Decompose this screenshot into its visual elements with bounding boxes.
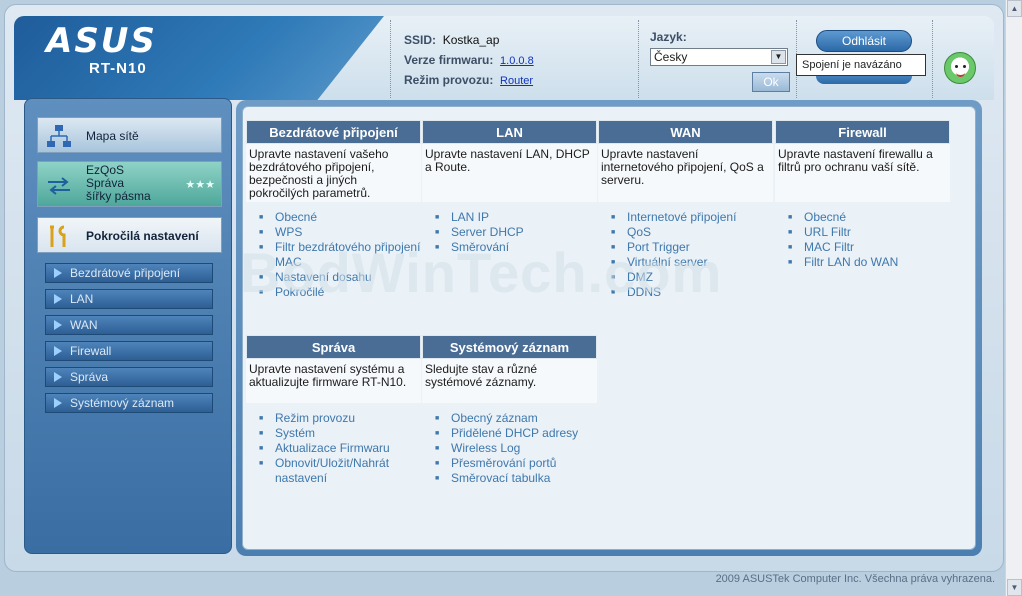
link-port-trigger[interactable]: Port Trigger [611,240,773,255]
submenu-system-log[interactable]: Systémový záznam [45,393,213,413]
logout-button[interactable]: Odhlásit [816,30,912,52]
asus-logo: ASUS [46,21,157,61]
submenu-lan[interactable]: LAN [45,289,213,309]
section-links: Obecné URL Filtr MAC Filtr Filtr LAN do … [775,202,950,270]
section-title: Bezdrátové připojení [246,120,421,144]
link-internet-connection[interactable]: Internetové připojení [611,210,773,225]
submenu-wan[interactable]: WAN [45,315,213,335]
section-system-log: Systémový záznam Sledujte stav a různé s… [422,335,597,486]
section-links: Režim provozu Systém Aktualizace Firmwar… [246,403,421,486]
sidebar-item-ezqos[interactable]: EzQoS Správa šířky pásma ★★★ [37,161,222,207]
section-title: WAN [598,120,773,144]
link-wireless-general[interactable]: Obecné [259,210,421,225]
link-range-settings[interactable]: Nastavení dosahu [259,270,421,285]
content-area: Bezdrátové připojení Upravte nastavení v… [242,106,976,550]
link-ddns[interactable]: DDNS [611,285,773,300]
link-mac-filter[interactable]: MAC Filtr [788,240,950,255]
section-wireless: Bezdrátové připojení Upravte nastavení v… [246,120,421,300]
section-description: Upravte nastavení systému a aktualizujte… [246,359,421,403]
link-port-forwarding[interactable]: Přesměrování portů [435,456,597,471]
link-firmware-upgrade[interactable]: Aktualizace Firmwaru [259,441,421,456]
tools-icon [50,225,66,247]
sidebar-item-label: Mapa sítě [86,129,139,143]
section-description: Upravte nastavení LAN, DHCP a Route. [422,144,597,202]
section-lan: LAN Upravte nastavení LAN, DHCP a Route.… [422,120,597,255]
section-links: Obecný záznam Přidělené DHCP adresy Wire… [422,403,597,486]
operation-mode-link[interactable]: Router [500,75,533,87]
language-value: Česky [654,50,688,64]
link-firewall-general[interactable]: Obecné [788,210,950,225]
sidebar-item-label: EzQoS Správa šířky pásma [86,164,151,203]
header-divider [932,20,933,98]
ssid-value: Kostka_ap [442,33,500,47]
connection-status-icon[interactable] [944,52,976,84]
header: ASUS RT-N10 SSID: Kostka_ap Verze firmwa… [14,16,994,100]
link-routing-table[interactable]: Směrovací tabulka [435,471,597,486]
sidebar-item-advanced-settings[interactable]: Pokročilá nastavení [37,217,222,253]
section-wan: WAN Upravte nastavení internetového přip… [598,120,773,300]
model-name: RT-N10 [89,60,147,77]
ezqos-line: EzQoS [86,163,125,177]
router-info: SSID: Kostka_ap Verze firmwaru: 1.0.0.8 … [404,30,534,90]
section-title: Systémový záznam [422,335,597,359]
link-lan-ip[interactable]: LAN IP [435,210,597,225]
link-wps[interactable]: WPS [259,225,421,240]
link-wireless-log[interactable]: Wireless Log [435,441,597,456]
section-description: Upravte nastavení vašeho bezdrátového př… [246,144,421,202]
copyright-footer: 2009 ASUSTek Computer Inc. Všechna práva… [715,573,995,585]
language-select[interactable]: Česky ▼ [650,48,788,66]
submenu-wireless[interactable]: Bezdrátové připojení [45,263,213,283]
main-panel: Bezdrátové připojení Upravte nastavení v… [236,100,982,556]
section-description: Sledujte stav a různé systémové záznamy. [422,359,597,403]
submenu-firewall[interactable]: Firewall [45,341,213,361]
link-wireless-mac-filter[interactable]: Filtr bezdrátového připojení MAC [259,240,421,270]
link-dmz[interactable]: DMZ [611,270,773,285]
network-map-icon [47,125,71,147]
scroll-down-icon[interactable]: ▼ [1007,579,1022,596]
qos-icon [48,177,70,195]
section-links: Internetové připojení QoS Port Trigger V… [598,202,773,300]
link-url-filter[interactable]: URL Filtr [788,225,950,240]
section-links: Obecné WPS Filtr bezdrátového připojení … [246,202,421,300]
header-divider [390,20,391,98]
scroll-up-icon[interactable]: ▲ [1007,0,1022,17]
link-dhcp-leases[interactable]: Přidělené DHCP adresy [435,426,597,441]
ezqos-line: Správa [86,176,125,190]
sidebar-item-label: Pokročilá nastavení [86,229,199,243]
mode-label: Režim provozu: [404,73,494,87]
vertical-scrollbar[interactable]: ▲ ▼ [1005,0,1022,596]
link-operation-mode[interactable]: Režim provozu [259,411,421,426]
connection-status-tooltip: Spojení je navázáno [796,54,926,76]
link-qos[interactable]: QoS [611,225,773,240]
link-wireless-advanced[interactable]: Pokročilé [259,285,421,300]
link-routing[interactable]: Směrování [435,240,597,255]
header-divider [638,20,639,98]
link-general-log[interactable]: Obecný záznam [435,411,597,426]
sidebar: Mapa sítě EzQoS Správa šířky pásma ★★★ P… [24,98,232,554]
link-virtual-server[interactable]: Virtuální server [611,255,773,270]
language-label: Jazyk: [650,30,687,44]
firmware-label: Verze firmwaru: [404,53,494,67]
section-title: Správa [246,335,421,359]
link-system[interactable]: Systém [259,426,421,441]
section-title: LAN [422,120,597,144]
link-restore-save-upload[interactable]: Obnovit/Uložit/Nahrát nastavení [259,456,421,486]
section-links: LAN IP Server DHCP Směrování [422,202,597,255]
section-administration: Správa Upravte nastavení systému a aktua… [246,335,421,486]
ezqos-line: šířky pásma [86,189,151,203]
section-description: Upravte nastavení internetového připojen… [598,144,773,202]
chevron-down-icon[interactable]: ▼ [771,50,786,64]
sidebar-item-network-map[interactable]: Mapa sítě [37,117,222,153]
section-title: Firewall [775,120,950,144]
link-dhcp-server[interactable]: Server DHCP [435,225,597,240]
submenu-administration[interactable]: Správa [45,367,213,387]
section-description: Upravte nastavení firewallu a filtrů pro… [775,144,950,202]
language-ok-button[interactable]: Ok [752,72,790,92]
firmware-link[interactable]: 1.0.0.8 [500,55,534,67]
link-lan-to-wan-filter[interactable]: Filtr LAN do WAN [788,255,950,270]
section-firewall: Firewall Upravte nastavení firewallu a f… [775,120,950,270]
ssid-label: SSID: [404,33,437,47]
stars-icon: ★★★ [185,179,215,191]
language-selector: Jazyk: Česky ▼ [650,30,788,66]
